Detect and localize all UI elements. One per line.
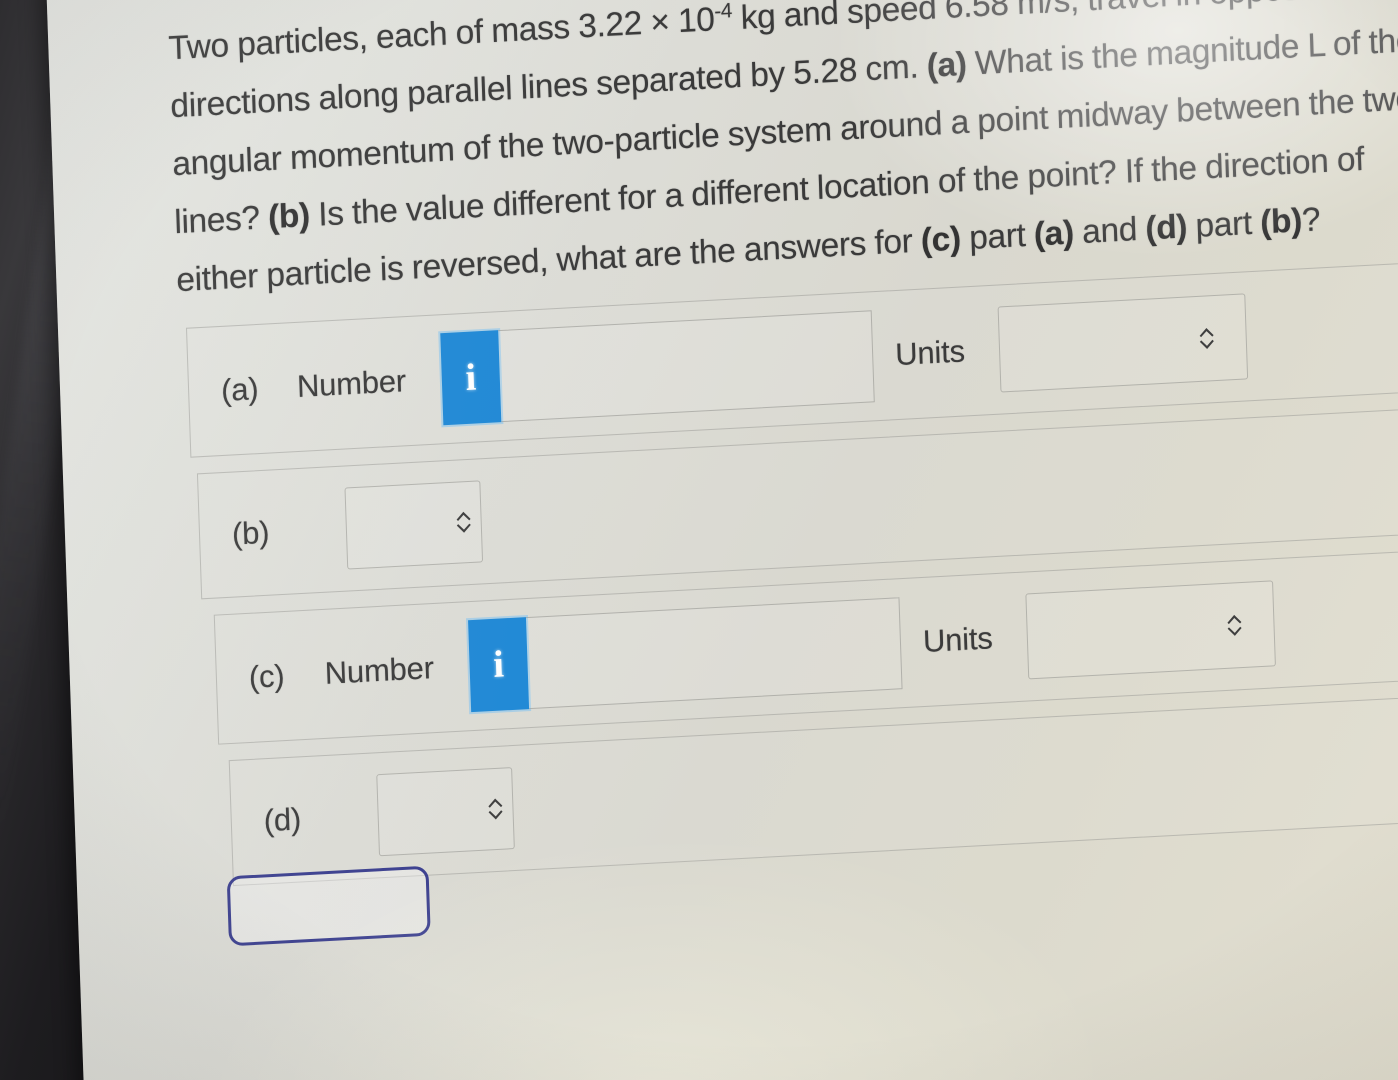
part-label-c: (c) (248, 658, 285, 695)
question-part-a-marker: (a) (926, 45, 968, 85)
part-label-b: (b) (231, 514, 270, 552)
question-part-b-ref: (b) (1259, 202, 1303, 242)
chevron-up-down-icon (478, 795, 513, 823)
exponent: -4 (713, 0, 733, 24)
number-label-c: Number (324, 650, 435, 691)
number-input-group-a: i (440, 310, 875, 426)
answer-select-d-value (379, 810, 483, 816)
number-input-a[interactable] (498, 310, 875, 423)
question-part-b-marker: (b) (267, 197, 311, 237)
number-label-a: Number (296, 363, 407, 404)
question-text: Two particles, each of mass 3.22 × 10-4 … (168, 0, 1398, 310)
chevron-up-down-icon (1189, 325, 1224, 353)
part-label-d: (d) (263, 801, 302, 839)
units-label-c: Units (922, 620, 994, 660)
units-select-a[interactable] (997, 293, 1248, 393)
question-content: Two particles, each of mass 3.22 × 10-4 … (46, 0, 1398, 947)
submit-button-partial[interactable] (226, 865, 431, 947)
page-background: Two particles, each of mass 3.22 × 10-4 … (46, 0, 1398, 1080)
units-select-c-value (1028, 626, 1218, 636)
chevron-up-down-icon (1217, 612, 1252, 640)
question-segment-5: part (960, 216, 1035, 258)
number-input-group-c: i (468, 597, 903, 713)
question-part-c-marker: (c) (920, 220, 962, 260)
screen-photo: Two particles, each of mass 3.22 × 10-4 … (0, 0, 1398, 1080)
question-segment-1: Two particles, each of mass 3.22 × 10 (167, 1, 716, 68)
info-icon-glyph: i (464, 356, 477, 399)
screen-surface: Two particles, each of mass 3.22 × 10-4 … (0, 0, 1398, 1080)
question-part-a-ref: (a) (1033, 214, 1075, 254)
part-label-a: (a) (220, 371, 259, 408)
question-segment-6: and (1073, 210, 1147, 252)
info-icon-glyph: i (492, 643, 505, 686)
number-input-c[interactable] (526, 597, 903, 710)
units-select-c[interactable] (1025, 580, 1276, 680)
answer-select-d[interactable] (376, 767, 515, 857)
answer-select-b-value (347, 523, 451, 529)
units-label-a: Units (894, 333, 966, 373)
info-icon[interactable]: i (468, 617, 530, 713)
question-segment-8: ? (1301, 201, 1321, 240)
chevron-up-down-icon (446, 508, 481, 536)
question-part-d-marker: (d) (1144, 208, 1188, 248)
units-select-a-value (1000, 339, 1190, 349)
question-segment-7: part (1186, 204, 1261, 246)
info-icon[interactable]: i (440, 330, 502, 426)
answer-select-b[interactable] (344, 480, 484, 570)
